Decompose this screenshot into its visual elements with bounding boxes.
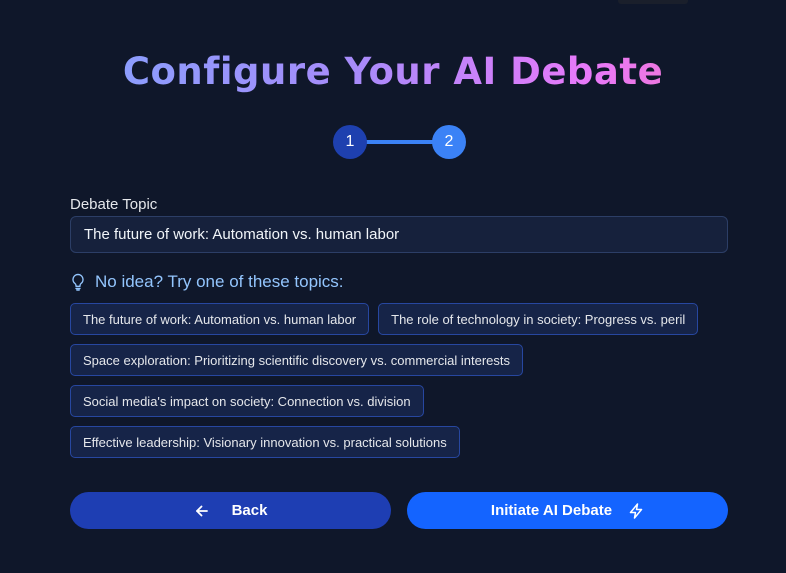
- back-button[interactable]: Back: [70, 492, 391, 529]
- back-button-label: Back: [231, 502, 268, 519]
- arrow-left-icon: [195, 505, 208, 516]
- topic-suggestion-list: The future of work: Automation vs. human…: [70, 303, 730, 458]
- stepper-connector: [363, 140, 437, 144]
- page-title: Configure Your AI Debate: [0, 48, 786, 96]
- topic-suggestion-chip[interactable]: The future of work: Automation vs. human…: [70, 303, 370, 335]
- step-1-indicator[interactable]: 1: [333, 125, 367, 159]
- step-2-indicator[interactable]: 2: [432, 125, 466, 159]
- initiate-debate-label: Initiate AI Debate: [490, 502, 613, 519]
- progress-stepper: 1 2: [333, 125, 466, 159]
- topic-suggestion-chip[interactable]: The role of technology in society: Progr…: [378, 303, 699, 335]
- debate-topic-input[interactable]: [70, 216, 728, 253]
- suggestion-hint-text: No idea? Try one of these topics:: [95, 272, 344, 291]
- debate-topic-label: Debate Topic: [70, 196, 158, 213]
- topic-suggestion-chip[interactable]: Space exploration: Prioritizing scientif…: [70, 344, 523, 376]
- lightbulb-icon: [72, 273, 84, 291]
- topic-suggestion-chip[interactable]: Social media's impact on society: Connec…: [70, 385, 424, 417]
- topic-suggestion-hint: No idea? Try one of these topics:: [70, 272, 344, 292]
- initiate-debate-button[interactable]: Initiate AI Debate: [407, 492, 728, 529]
- top-bar-fragment: [618, 0, 688, 4]
- lightning-icon: [629, 502, 643, 519]
- topic-suggestion-chip[interactable]: Effective leadership: Visionary innovati…: [70, 426, 460, 458]
